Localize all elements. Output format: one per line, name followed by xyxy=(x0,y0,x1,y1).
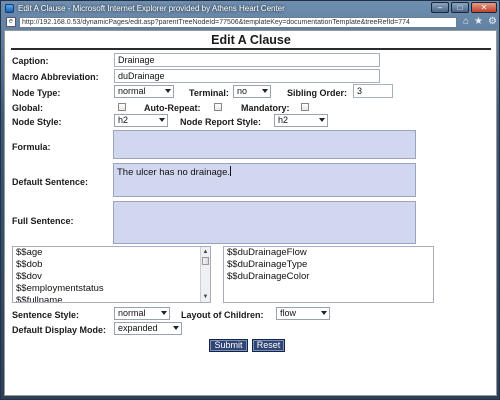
caption-label: Caption: xyxy=(12,56,49,66)
list-item[interactable]: $$employmentstatus xyxy=(13,283,210,295)
tools-gear-icon[interactable]: ⚙ xyxy=(488,17,497,27)
minimize-icon[interactable]: – xyxy=(431,2,449,13)
formula-textarea[interactable] xyxy=(113,130,416,159)
sentence-style-label: Sentence Style: xyxy=(12,310,80,320)
chevron-down-icon xyxy=(159,118,165,122)
favorites-star-icon[interactable]: ★ xyxy=(474,17,483,27)
layout-of-children-label: Layout of Children: xyxy=(181,310,264,320)
ie-app-icon xyxy=(5,3,14,13)
reset-button[interactable]: Reset xyxy=(252,339,285,352)
layout-of-children-select[interactable]: flow xyxy=(276,307,330,320)
chevron-down-icon xyxy=(161,311,167,315)
node-type-select[interactable]: normal xyxy=(114,85,174,98)
window-controls: – □ ✕ xyxy=(431,2,497,13)
node-style-value: h2 xyxy=(118,115,129,125)
maximize-icon[interactable]: □ xyxy=(451,2,469,13)
browser-window: Edit A Clause - Microsoft Internet Explo… xyxy=(0,0,500,400)
mandatory-checkbox[interactable] xyxy=(301,103,309,111)
full-sentence-textarea[interactable] xyxy=(113,201,416,244)
default-sentence-text: The ulcer has no drainage. xyxy=(117,167,231,178)
address-bar: e http://192.168.0.53/dynamicPages/edit.… xyxy=(3,15,499,29)
browser-nav-icons: ⌂ ★ ⚙ xyxy=(463,17,497,27)
node-type-value: normal xyxy=(118,86,146,96)
default-sentence-label: Default Sentence: xyxy=(12,177,89,187)
list-item[interactable]: $$duDrainageColor xyxy=(224,271,433,283)
scroll-down-icon[interactable]: ▼ xyxy=(202,293,209,301)
macro-abbreviation-input[interactable]: duDrainage xyxy=(114,69,380,83)
chevron-down-icon xyxy=(165,89,171,93)
page-content: Edit A Clause Caption: Drainage Macro Ab… xyxy=(4,30,497,396)
mandatory-label: Mandatory: xyxy=(241,103,290,113)
default-display-mode-label: Default Display Mode: xyxy=(12,325,107,335)
chevron-down-icon xyxy=(321,311,327,315)
sibling-order-input[interactable]: 3 xyxy=(353,84,393,98)
default-display-mode-select[interactable]: expanded xyxy=(114,322,182,335)
sibling-order-label: Sibling Order: xyxy=(287,88,348,98)
caption-input[interactable]: Drainage xyxy=(114,53,380,67)
url-field[interactable]: http://192.168.0.53/dynamicPages/edit.as… xyxy=(19,16,457,28)
auto-repeat-label: Auto-Repeat: xyxy=(144,103,201,113)
scroll-up-icon[interactable]: ▲ xyxy=(202,248,209,256)
chevron-down-icon xyxy=(319,118,325,122)
title-bar: Edit A Clause - Microsoft Internet Explo… xyxy=(1,1,500,15)
terminal-select[interactable]: no xyxy=(233,85,271,98)
list-item[interactable]: $$age xyxy=(13,247,210,259)
full-sentence-label: Full Sentence: xyxy=(12,216,74,226)
list-item[interactable]: $$fullname xyxy=(13,295,210,302)
node-report-style-value: h2 xyxy=(278,115,289,125)
global-label: Global: xyxy=(12,103,43,113)
submit-button[interactable]: Submit xyxy=(209,339,248,352)
window-title: Edit A Clause - Microsoft Internet Explo… xyxy=(18,3,285,13)
node-report-style-label: Node Report Style: xyxy=(180,117,262,127)
scroll-thumb[interactable] xyxy=(202,257,209,265)
text-cursor xyxy=(230,166,232,176)
auto-repeat-checkbox[interactable] xyxy=(214,103,222,111)
node-style-label: Node Style: xyxy=(12,117,62,127)
sentence-style-value: normal xyxy=(118,308,146,318)
terminal-value: no xyxy=(237,86,248,96)
home-icon[interactable]: ⌂ xyxy=(463,17,469,27)
list-item[interactable]: $$duDrainageFlow xyxy=(224,247,433,259)
formula-label: Formula: xyxy=(12,142,51,152)
node-report-style-select[interactable]: h2 xyxy=(274,114,328,127)
page-icon: e xyxy=(6,17,16,27)
clause-variables-list[interactable]: $$duDrainageFlow $$duDrainageType $$duDr… xyxy=(223,246,434,303)
list-item[interactable]: $$duDrainageType xyxy=(224,259,433,271)
close-icon[interactable]: ✕ xyxy=(471,2,497,13)
available-variables-list[interactable]: $$age $$dob $$dov $$employmentstatus $$f… xyxy=(12,246,211,303)
default-display-mode-value: expanded xyxy=(118,323,158,333)
global-checkbox[interactable] xyxy=(118,103,126,111)
chevron-down-icon xyxy=(262,89,268,93)
node-style-select[interactable]: h2 xyxy=(114,114,168,127)
macro-abbreviation-label: Macro Abbreviation: xyxy=(12,72,99,82)
node-type-label: Node Type: xyxy=(12,88,61,98)
list-item[interactable]: $$dov xyxy=(13,271,210,283)
sentence-style-select[interactable]: normal xyxy=(114,307,170,320)
list-item[interactable]: $$dob xyxy=(13,259,210,271)
default-sentence-textarea[interactable]: The ulcer has no drainage. xyxy=(113,163,416,197)
terminal-label: Terminal: xyxy=(189,88,229,98)
layout-of-children-value: flow xyxy=(280,308,297,318)
list-scrollbar[interactable]: ▲ ▼ xyxy=(200,247,210,302)
page-title: Edit A Clause xyxy=(11,33,491,50)
chevron-down-icon xyxy=(173,326,179,330)
